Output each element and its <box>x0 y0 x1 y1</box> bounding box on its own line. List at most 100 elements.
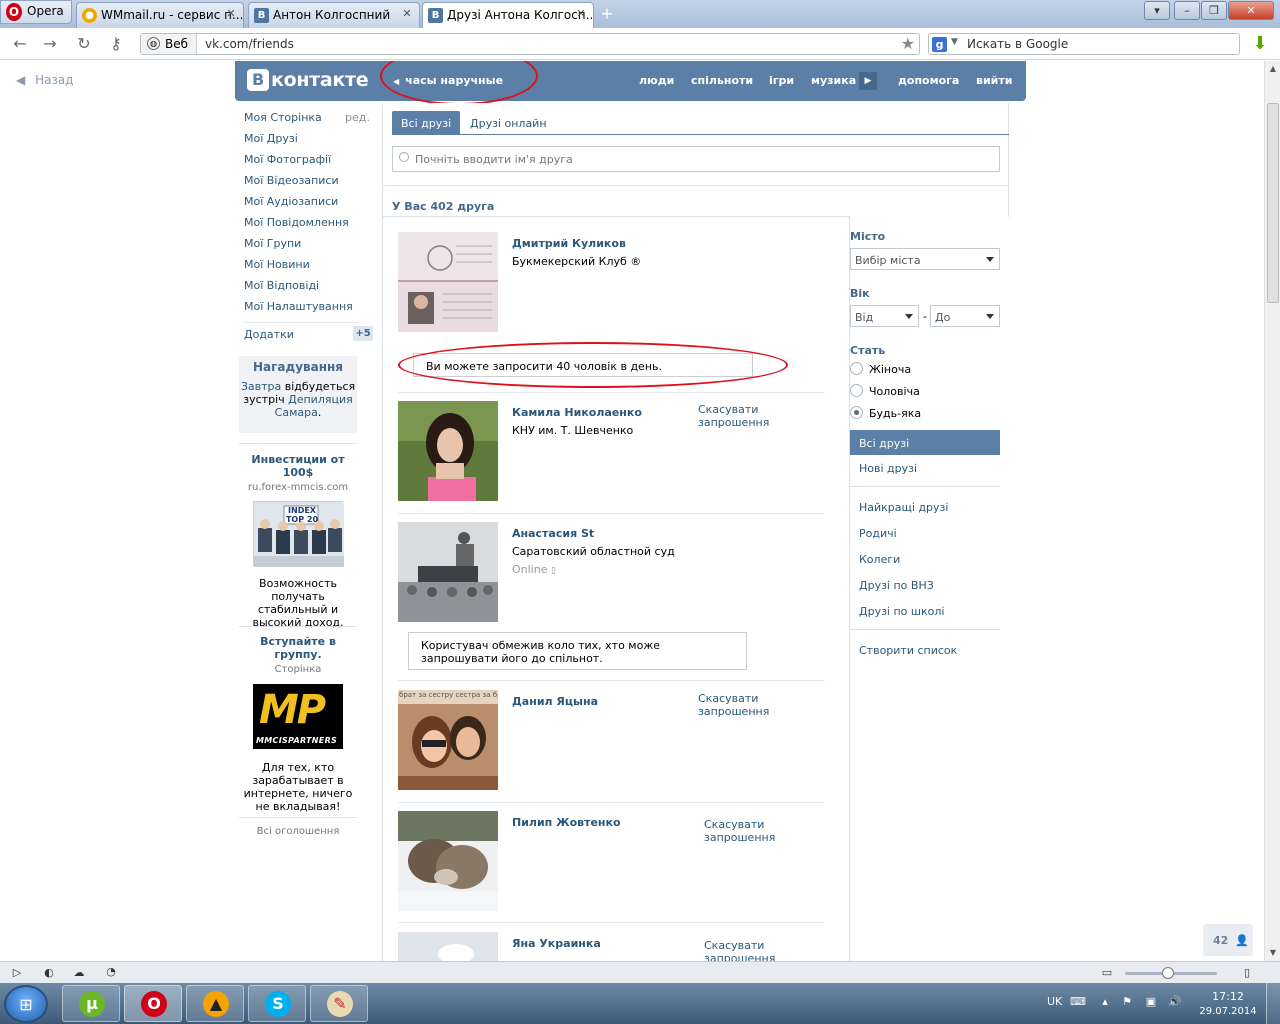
browser-tab-profile[interactable]: B Антон Колгоспний ✕ <box>248 2 420 28</box>
left-menu-news[interactable]: Мої Новини <box>244 258 310 271</box>
tray-expand-icon[interactable]: ▴ <box>1098 995 1112 1009</box>
back-arrow-icon[interactable]: ← <box>10 34 30 54</box>
left-menu-audio[interactable]: Мої Аудіозаписи <box>244 195 338 208</box>
vk-logo[interactable]: Bконтакте <box>247 69 369 91</box>
clock-date[interactable]: 29.07.2014 <box>1198 1006 1258 1017</box>
panel-toggle-icon[interactable]: ▷ <box>10 966 24 979</box>
filter-menu-colleagues[interactable]: Колеги <box>859 553 900 566</box>
clock-time[interactable]: 17:12 <box>1198 990 1258 1003</box>
taskbar-utorrent[interactable]: µ <box>62 985 120 1022</box>
filter-menu-relatives[interactable]: Родичі <box>859 527 897 540</box>
scroll-up-icon[interactable]: ▲ <box>1265 61 1280 77</box>
friend-photo[interactable]: брат за сестру сестра за бра <box>398 690 498 790</box>
close-window-icon[interactable]: ✕ <box>1228 1 1274 20</box>
left-menu-videos[interactable]: Мої Відеозаписи <box>244 174 339 187</box>
left-menu-apps[interactable]: Додатки <box>244 328 294 341</box>
cancel-invite-link[interactable]: Скасувати запрошення <box>704 939 784 961</box>
left-menu-photos[interactable]: Мої Фотографії <box>244 153 331 166</box>
left-menu-settings[interactable]: Мої Налаштування <box>244 300 353 313</box>
friend-name[interactable]: Пилип Жовтенко <box>512 816 621 829</box>
flag-icon[interactable]: ⚑ <box>1120 995 1134 1009</box>
show-desktop-button[interactable] <box>1266 983 1280 1024</box>
filter-menu-best-friends[interactable]: Найкращі друзі <box>859 501 948 514</box>
turbo-icon[interactable]: ◐ <box>42 966 56 979</box>
filter-menu-create-list[interactable]: Створити список <box>859 644 957 657</box>
chevron-down-icon[interactable]: ▼ <box>951 37 958 47</box>
browser-tab-wmmail[interactable]: ● WMmail.ru - сервис п... ✕ <box>76 2 244 28</box>
taskbar-paint[interactable]: ✎ <box>310 985 368 1022</box>
city-select[interactable]: Вибір міста <box>850 248 1000 270</box>
friend-photo[interactable] <box>398 232 498 332</box>
nav-people[interactable]: люди <box>639 74 674 87</box>
ad-image-mp[interactable]: MP MMCISPARTNERS <box>253 684 343 749</box>
ad-image-forex[interactable]: INDEX TOP 20 <box>253 501 344 567</box>
address-scope[interactable]: ◍ Веб <box>141 34 197 54</box>
scrollbar-thumb[interactable] <box>1267 103 1279 303</box>
friend-photo[interactable] <box>398 522 498 622</box>
zoom-slider-knob[interactable] <box>1162 967 1174 979</box>
filter-menu-university[interactable]: Друзі по ВНЗ <box>859 579 934 592</box>
age-to-select[interactable]: До <box>930 305 1000 327</box>
filter-menu-all-friends[interactable]: Всі друзі <box>850 430 1000 455</box>
network-icon[interactable]: ▣ <box>1144 995 1158 1009</box>
radio-circle-selected[interactable] <box>850 406 863 419</box>
close-icon[interactable]: ✕ <box>224 7 238 21</box>
left-menu-groups[interactable]: Мої Групи <box>244 237 301 250</box>
close-icon[interactable]: ✕ <box>400 7 414 21</box>
left-menu-my-page[interactable]: Моя Сторінка <box>244 111 322 124</box>
ad-text[interactable]: Возможность получать стабильный и высоки… <box>239 577 357 629</box>
taskbar-aimp[interactable]: ▲ <box>186 985 244 1022</box>
address-bar[interactable]: ◍ Веб vk.com/friends ★ <box>140 33 920 55</box>
all-ads-link[interactable]: Всі оголошення <box>239 826 357 837</box>
start-button[interactable]: ⊞ <box>4 985 48 1023</box>
restore-icon[interactable]: ❐ <box>1201 1 1227 20</box>
apps-count-badge[interactable]: +5 <box>353 326 373 341</box>
zoom-reset-icon[interactable]: ▯ <box>1240 966 1254 979</box>
friend-photo[interactable] <box>398 811 498 911</box>
cancel-invite-link[interactable]: Скасувати запрошення <box>698 403 825 429</box>
filter-menu-school[interactable]: Друзі по школі <box>859 605 944 618</box>
forward-arrow-icon[interactable]: → <box>40 34 60 54</box>
cancel-invite-link[interactable]: Скасувати запрошення <box>704 818 784 844</box>
google-icon[interactable]: g <box>932 37 947 52</box>
filter-menu-new-friends[interactable]: Нові друзі <box>859 462 917 475</box>
nav-help[interactable]: допомога <box>898 74 959 87</box>
left-menu-edit[interactable]: ред. <box>345 111 370 124</box>
cancel-invite-link[interactable]: Скасувати запрошення <box>698 692 825 718</box>
friend-name[interactable]: Данил Яцына <box>512 695 598 708</box>
opera-menu-button[interactable]: O Opera <box>0 0 72 24</box>
tab-friends-online[interactable]: Друзі онлайн <box>461 111 556 134</box>
friend-search-input[interactable]: Почніть вводити ім'я друга <box>392 146 1000 172</box>
nav-communities[interactable]: спільноти <box>691 74 753 87</box>
bookmark-star-icon[interactable]: ★ <box>901 34 915 53</box>
friend-photo[interactable] <box>398 401 498 501</box>
keyboard-icon[interactable]: ⌨ <box>1070 995 1086 1009</box>
close-icon[interactable]: ✕ <box>574 7 588 21</box>
nav-logout[interactable]: вийти <box>976 74 1012 87</box>
view-icon[interactable]: ▭ <box>1100 966 1114 979</box>
nav-music[interactable]: музика <box>811 74 856 87</box>
nav-games[interactable]: ігри <box>769 74 794 87</box>
nav-play-icon[interactable]: ▶ <box>859 72 877 90</box>
page-scrollbar[interactable]: ▲ ▼ <box>1264 61 1280 961</box>
ad-title[interactable]: Вступайте в группу. <box>239 635 357 661</box>
minimize-icon[interactable]: – <box>1174 1 1200 20</box>
ad-text[interactable]: Для тех, кто зарабатывает в интернете, н… <box>239 761 357 813</box>
reload-icon[interactable]: ↻ <box>74 34 94 54</box>
back-link[interactable]: ◀ Назад <box>16 73 73 87</box>
browser-tab-friends[interactable]: B Друзі Антона Колгосп... ✕ <box>422 2 594 29</box>
radio-circle[interactable] <box>850 362 863 375</box>
key-icon[interactable]: ⚷ <box>106 34 126 54</box>
volume-icon[interactable]: 🔊 <box>1168 995 1182 1009</box>
radio-circle[interactable] <box>850 384 863 397</box>
taskbar-skype[interactable]: S <box>248 985 306 1022</box>
cloud-icon[interactable]: ☁ <box>72 966 86 979</box>
age-from-select[interactable]: Від <box>850 305 919 327</box>
download-icon[interactable]: ⬇ <box>1250 34 1270 54</box>
left-menu-messages[interactable]: Мої Повідомлення <box>244 216 349 229</box>
friend-photo[interactable] <box>398 932 498 961</box>
tab-all-friends[interactable]: Всі друзі <box>392 111 461 134</box>
friend-name[interactable]: Дмитрий Куликов <box>512 237 626 250</box>
scroll-down-icon[interactable]: ▼ <box>1265 945 1280 961</box>
ad-title[interactable]: Инвестиции от 100$ <box>239 453 357 479</box>
